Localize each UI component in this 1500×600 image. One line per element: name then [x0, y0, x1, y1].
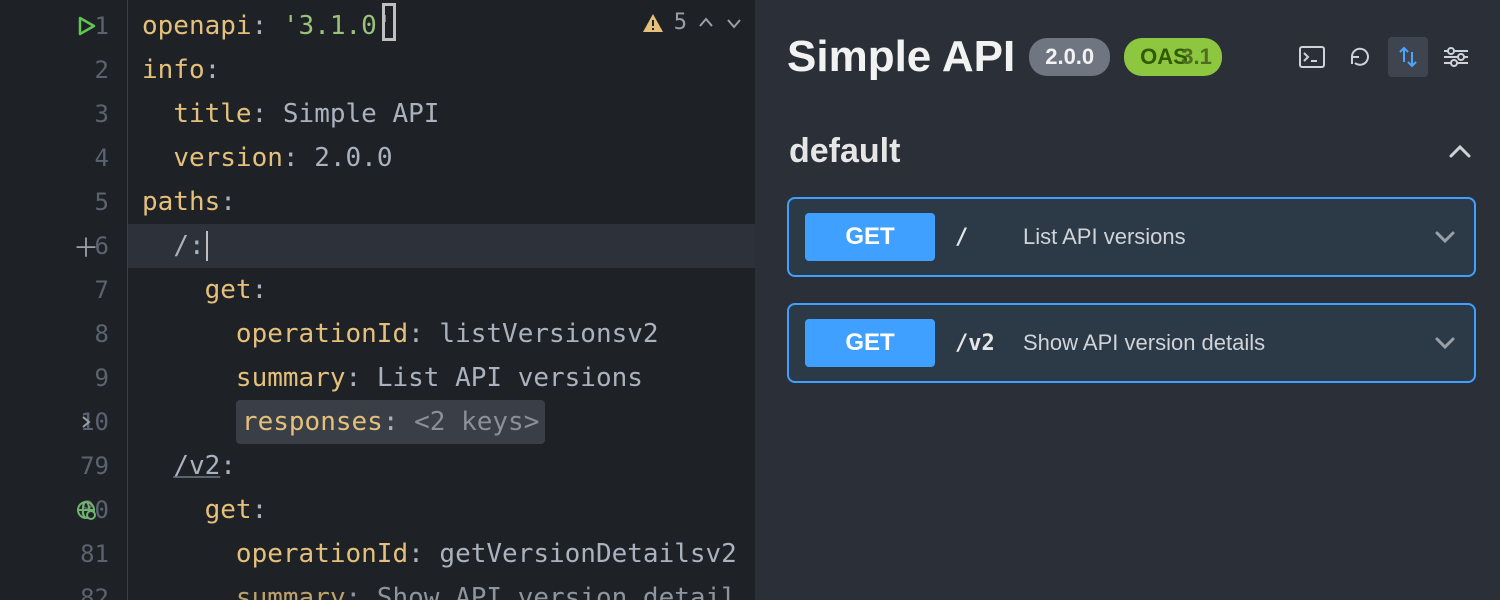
globe-icon[interactable] — [70, 494, 102, 526]
fold-chevron-icon[interactable] — [70, 406, 102, 438]
tag-name: default — [789, 132, 900, 171]
code-line[interactable]: operationId: getVersionDetailsv2 — [128, 532, 755, 576]
line-number: 79 — [65, 452, 109, 480]
endpoint-row[interactable]: GET /v2 Show API version details — [787, 303, 1476, 383]
tag-section-header[interactable]: default — [787, 122, 1476, 197]
api-title: Simple API — [787, 32, 1015, 82]
code-line[interactable]: operationId: listVersionsv2 — [128, 312, 755, 356]
code-line[interactable]: paths: — [128, 180, 755, 224]
next-problem-button[interactable] — [725, 14, 743, 32]
code-line[interactable]: get: — [128, 268, 755, 312]
line-number: 5 — [65, 188, 109, 216]
line-number: 82 — [65, 584, 109, 600]
ibeam-cursor-icon — [382, 6, 396, 38]
line-number: 81 — [65, 540, 109, 568]
http-method-badge: GET — [805, 213, 935, 261]
line-number: 9 — [65, 364, 109, 392]
code-line[interactable]: info: — [128, 48, 755, 92]
code-editor[interactable]: 1 2 3 4 5 6 ＋ 7 8 9 10 79 80 81 — [0, 0, 755, 600]
line-number: 4 — [65, 144, 109, 172]
endpoint-path: / — [955, 225, 1003, 250]
terminal-icon[interactable] — [1292, 37, 1332, 77]
code-line[interactable]: responses: <2 keys> — [128, 400, 755, 444]
folded-region[interactable]: responses: <2 keys> — [236, 400, 545, 444]
line-number: 3 — [65, 100, 109, 128]
settings-icon[interactable] — [1436, 37, 1476, 77]
chevron-down-icon — [1432, 330, 1458, 356]
endpoint-summary: List API versions — [1023, 224, 1186, 250]
code-area[interactable]: openapi: '3.1.0' info: title: Simple API… — [128, 0, 755, 600]
warning-icon[interactable] — [642, 12, 664, 34]
line-number: 2 — [65, 56, 109, 84]
version-badge: 2.0.0 — [1029, 38, 1110, 76]
code-line[interactable]: /v2: — [128, 444, 755, 488]
prev-problem-button[interactable] — [697, 14, 715, 32]
refresh-icon[interactable] — [1340, 37, 1380, 77]
oas-badge: OAS 3.1 — [1124, 38, 1222, 76]
sync-scroll-icon[interactable] — [1388, 37, 1428, 77]
code-line[interactable]: version: 2.0.0 — [128, 136, 755, 180]
code-line[interactable]: summary: Show API version detail — [128, 576, 755, 600]
preview-header: Simple API 2.0.0 OAS 3.1 — [787, 32, 1476, 82]
endpoint-path: /v2 — [955, 331, 1003, 356]
code-line-active[interactable]: /: — [128, 224, 755, 268]
text-caret — [206, 231, 208, 261]
line-number: 8 — [65, 320, 109, 348]
endpoint-row[interactable]: GET / List API versions — [787, 197, 1476, 277]
chevron-up-icon — [1446, 138, 1474, 166]
warning-count: 5 — [674, 10, 687, 35]
code-line[interactable]: get: — [128, 488, 755, 532]
gutter: 1 2 3 4 5 6 ＋ 7 8 9 10 79 80 81 — [0, 0, 128, 600]
code-line[interactable]: summary: List API versions — [128, 356, 755, 400]
oas-badge-version: 3.1 — [1181, 44, 1212, 70]
chevron-down-icon — [1432, 224, 1458, 250]
run-icon[interactable] — [70, 10, 102, 42]
api-preview-panel: Simple API 2.0.0 OAS 3.1 default — [755, 0, 1500, 600]
code-line[interactable]: title: Simple API — [128, 92, 755, 136]
line-number: 7 — [65, 276, 109, 304]
preview-toolbar — [1292, 37, 1476, 77]
http-method-badge: GET — [805, 319, 935, 367]
problems-widget[interactable]: 5 — [642, 10, 743, 35]
plus-icon[interactable]: ＋ — [70, 230, 102, 262]
endpoint-summary: Show API version details — [1023, 330, 1265, 356]
